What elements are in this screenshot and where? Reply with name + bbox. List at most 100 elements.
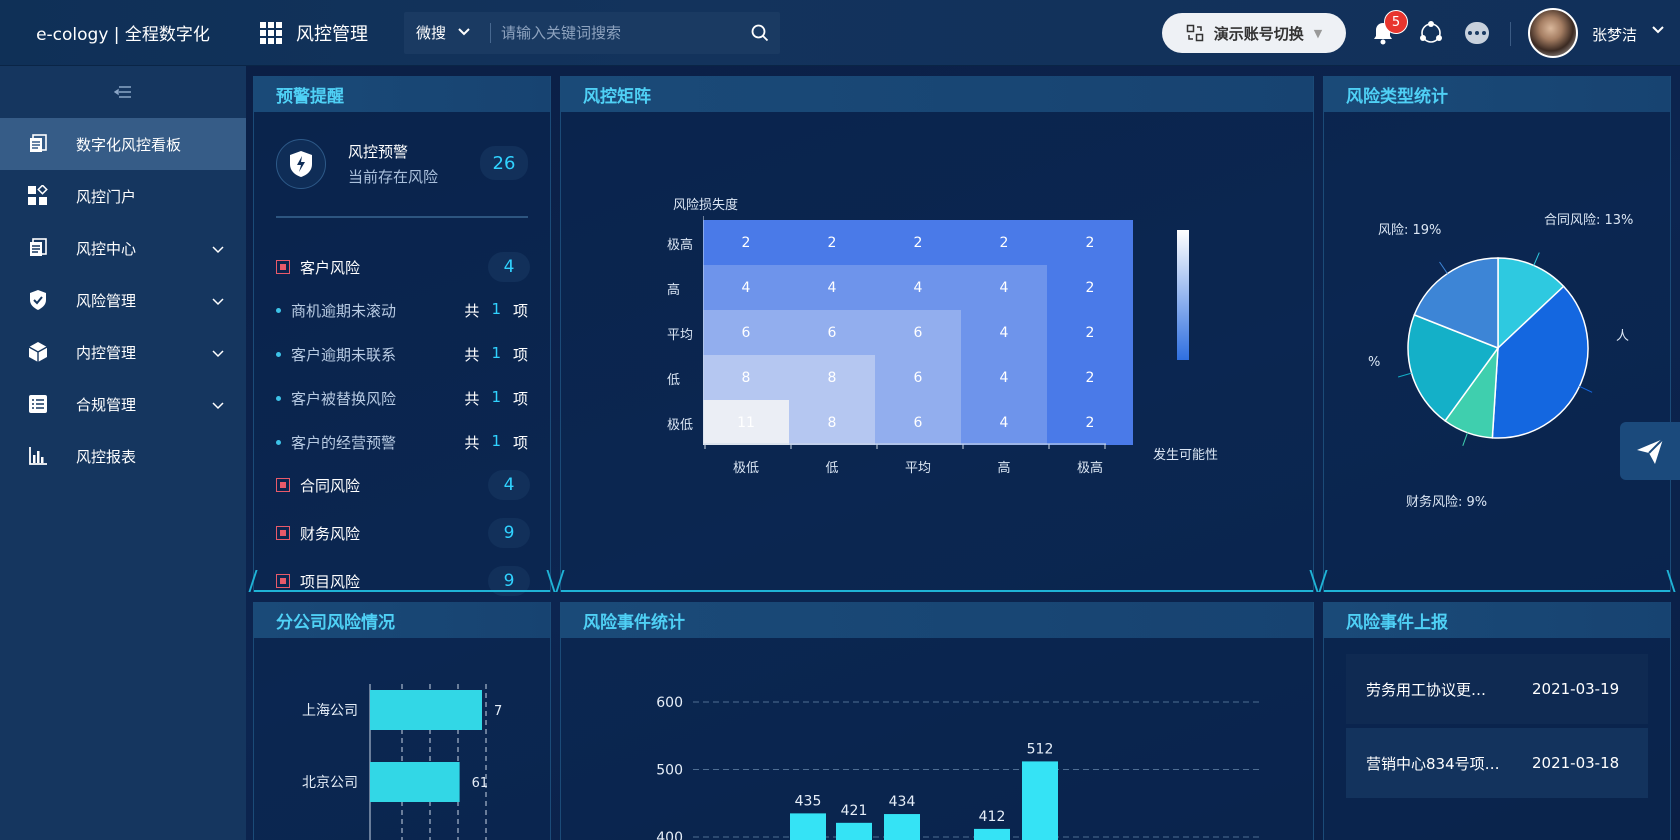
risk-item[interactable]: 客户逾期未联系 共1项 — [276, 342, 528, 366]
risk-item-suffix: 项 — [512, 433, 528, 452]
sidebar-item-risk-management[interactable]: 风险管理 — [0, 274, 246, 326]
sidebar-item-label: 内控管理 — [76, 343, 137, 362]
chevron-down-icon — [212, 344, 224, 362]
risk-item[interactable]: 商机逾期未滚动 共1项 — [276, 298, 528, 322]
risk-marker-icon — [276, 260, 290, 274]
sidebar-item-label: 风控中心 — [76, 239, 137, 258]
matrix-title: 风控矩阵 — [561, 76, 1313, 112]
risk-item-count: 1 — [491, 343, 501, 362]
matrix-col-label: 极高 — [1076, 461, 1103, 476]
bullet-dot-icon — [276, 307, 281, 313]
event-bar-value: 434 — [889, 794, 916, 810]
risk-events-panel: 风险事件统计 600 500 400 435 421 434 412 512 — [560, 602, 1314, 840]
events-bar-chart: 600 500 400 435 421 434 412 512 — [656, 695, 1261, 840]
alerts-divider — [276, 216, 528, 218]
app-logo[interactable]: e-cology | 全程数字化 — [0, 0, 246, 66]
sidebar-item-reports[interactable]: 风控报表 — [0, 430, 246, 482]
portal-icon — [26, 184, 50, 208]
branch-bar[interactable] — [370, 690, 482, 730]
matrix-x-axis-label: 发生可能性 — [1153, 448, 1219, 463]
risk-group-label: 客户风险 — [300, 258, 361, 277]
alert-card-title: 风控预警 — [348, 143, 409, 161]
branch-bar[interactable] — [370, 762, 460, 802]
matrix-axes — [703, 216, 1106, 449]
report-item-title: 劳务用工协议更… — [1366, 680, 1487, 699]
panel-frame — [254, 586, 550, 592]
alerts-panel: 预警提醒 风控预警 当前存在风险 26 客户风险 4 商机逾期未滚动 共1项 客… — [253, 76, 551, 596]
sidebar-item-portal[interactable]: 风控门户 — [0, 170, 246, 222]
matrix-row-label: 低 — [667, 373, 681, 388]
more-icon[interactable] — [1465, 22, 1489, 44]
sidebar-item-compliance[interactable]: 合规管理 — [0, 378, 246, 430]
report-item[interactable]: 营销中心834号项… 2021-03-18 — [1346, 728, 1648, 798]
top-bar: e-cology | 全程数字化 风控管理 微搜 演示账号切换 ▼ 5 张梦洁 — [0, 0, 1680, 66]
pie-slice-label: 人 — [1616, 329, 1629, 344]
sidebar-item-risk-center[interactable]: 风控中心 — [0, 222, 246, 274]
sidebar-item-label: 风控门户 — [76, 187, 137, 206]
panel-frame — [1324, 586, 1670, 592]
branch-title: 分公司风险情况 — [254, 602, 550, 638]
header-divider — [1510, 22, 1511, 46]
risk-group-label: 合同风险 — [300, 476, 361, 495]
risk-group-count: 9 — [488, 518, 530, 548]
apps-grid-icon[interactable] — [260, 21, 282, 44]
risk-item-label: 客户逾期未联系 — [291, 345, 397, 364]
switch-account-icon — [1186, 24, 1203, 42]
report-title: 风险事件上报 — [1324, 602, 1670, 638]
event-bar[interactable] — [790, 813, 826, 840]
connection-icon[interactable] — [1418, 20, 1444, 50]
risk-type-title: 风险类型统计 — [1324, 76, 1670, 112]
list-icon — [26, 392, 50, 416]
search-scope-label: 微搜 — [416, 24, 447, 42]
matrix-y-axis-label: 风险损失度 — [673, 198, 739, 213]
event-bar-value: 421 — [841, 803, 868, 819]
risk-item-suffix: 项 — [512, 301, 528, 320]
branch-bar-value: 7 — [494, 704, 502, 719]
event-bar[interactable] — [884, 814, 920, 840]
risk-item-label: 商机逾期未滚动 — [291, 301, 397, 320]
search-scope-select[interactable]: 微搜 — [404, 22, 490, 43]
sidebar-item-label: 风险管理 — [76, 291, 137, 310]
caret-down-icon: ▼ — [1313, 26, 1323, 40]
switch-account-button[interactable]: 演示账号切换 ▼ — [1162, 13, 1346, 53]
search-icon[interactable] — [740, 24, 780, 42]
pie-label-line — [1462, 432, 1468, 447]
risk-item[interactable]: 客户的经营预警 共1项 — [276, 430, 528, 454]
matrix-col-label: 平均 — [904, 461, 931, 476]
pie-slice-label: 风险: 19% — [1378, 223, 1441, 238]
risk-type-pie: 合同风险: 13% 人财务风险: 9%% 风险: 19% — [1368, 213, 1633, 510]
event-bar[interactable] — [836, 822, 872, 840]
send-icon[interactable] — [1620, 422, 1680, 480]
panel-frame — [561, 586, 1313, 592]
bar-chart-icon — [26, 444, 50, 468]
pie-label-line — [1579, 385, 1593, 393]
user-avatar[interactable] — [1528, 8, 1578, 58]
event-bar[interactable] — [974, 828, 1010, 840]
matrix-row-label: 极高 — [667, 238, 694, 253]
alert-summary-card[interactable]: 风控预警 当前存在风险 — [276, 134, 512, 194]
risk-type-panel: 风险类型统计 合同风险: 13% 人财务风险: 9%% 风险: 19% — [1323, 76, 1671, 592]
y-tick-label: 500 — [656, 763, 683, 779]
collapse-menu-icon[interactable] — [0, 66, 246, 118]
matrix-row-label: 极低 — [667, 418, 694, 433]
event-bar-value: 412 — [979, 809, 1006, 825]
risk-matrix-panel: 风控矩阵 风险损失度 发生可能性 2 2 2 2 2 极高 4 4 4 4 2 高 6 6 6 4 2 平均 8 8 6… — [560, 76, 1314, 592]
alert-card-count: 26 — [480, 146, 528, 180]
search-input[interactable] — [491, 23, 740, 42]
risk-item[interactable]: 客户被替换风险 共1项 — [276, 386, 528, 410]
risk-marker-icon — [276, 478, 290, 492]
cube-icon — [26, 340, 50, 364]
risk-item-prefix: 共 — [464, 433, 480, 452]
user-name[interactable]: 张梦洁 — [1592, 24, 1637, 45]
sidebar-item-internal-control[interactable]: 内控管理 — [0, 326, 246, 378]
board-icon — [26, 132, 50, 156]
pie-slice-label: 合同风险: 13% — [1544, 213, 1633, 228]
sidebar-item-dashboard[interactable]: 数字化风控看板 — [0, 118, 246, 170]
event-bar[interactable] — [1022, 761, 1058, 840]
sidebar-item-label: 数字化风控看板 — [76, 135, 182, 154]
report-item-title: 营销中心834号项… — [1366, 754, 1500, 773]
risk-item-prefix: 共 — [464, 345, 480, 364]
user-menu-chevron-icon[interactable] — [1652, 24, 1664, 37]
report-item[interactable]: 劳务用工协议更… 2021-03-19 — [1346, 654, 1648, 724]
risk-item-label: 客户被替换风险 — [291, 389, 397, 408]
